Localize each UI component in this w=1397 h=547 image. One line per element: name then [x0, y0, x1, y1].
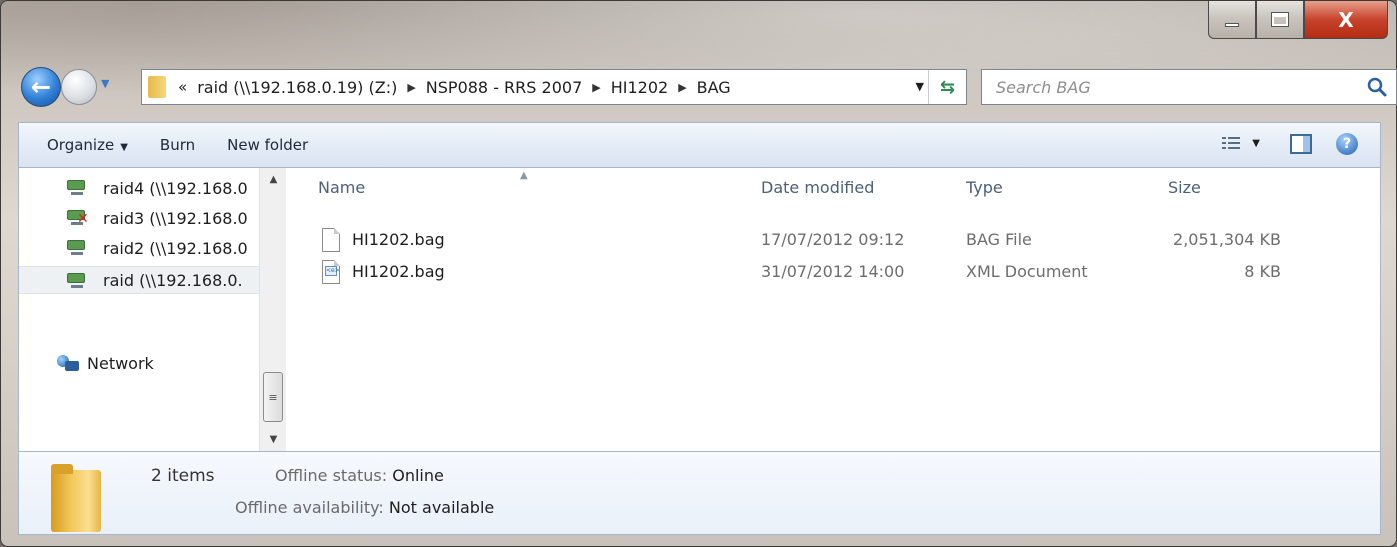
burn-button[interactable]: Burn — [144, 136, 211, 154]
sidebar-item-label: raid (\\192.168.0. — [103, 270, 243, 290]
sidebar-item-label: raid3 (\\192.168.0 — [103, 208, 248, 228]
breadcrumb-arrow-icon[interactable]: ▶ — [407, 81, 415, 94]
column-header-type[interactable]: Type — [966, 178, 1003, 197]
file-size: 8 KB — [1244, 262, 1281, 281]
column-label: Size — [1168, 178, 1201, 197]
column-label: Type — [966, 178, 1003, 197]
folder-icon — [148, 76, 166, 98]
scroll-down-icon[interactable]: ▼ — [260, 434, 287, 445]
organize-button[interactable]: Organize ▼ — [33, 136, 144, 154]
dropdown-arrow-icon: ▼ — [120, 142, 128, 153]
refresh-icon: ⇆ — [939, 76, 956, 98]
back-button[interactable]: ← — [21, 67, 61, 107]
offline-status: Offline status: Online — [275, 466, 444, 485]
views-dropdown-icon: ▼ — [1252, 137, 1260, 149]
offline-availability-key: Offline availability: — [235, 498, 384, 517]
breadcrumb: raid (\\192.168.0.19) (Z:) ▶ NSP088 - RR… — [197, 78, 731, 97]
breadcrumb-arrow-icon[interactable]: ▶ — [592, 81, 600, 94]
breadcrumb-bag[interactable]: BAG — [697, 78, 731, 97]
new-folder-label: New folder — [227, 136, 309, 154]
scroll-thumb[interactable]: ≡ — [263, 372, 283, 422]
back-arrow-icon: ← — [30, 73, 52, 101]
command-bar: Organize ▼ Burn New folder ▼ ? — [18, 122, 1381, 168]
sidebar-item-network[interactable]: Network — [57, 354, 154, 373]
search-icon[interactable] — [1366, 76, 1388, 98]
explorer-window: X ← ▼ « raid (\\192.168.0.19) (Z:) ▶ NSP… — [0, 0, 1397, 547]
burn-label: Burn — [159, 136, 196, 154]
recent-pages-dropdown[interactable]: ▼ — [101, 77, 115, 91]
folder-icon — [51, 464, 101, 532]
table-row[interactable]: <e> HI1202.bag 31/07/2012 14:00 XML Docu… — [286, 258, 1381, 288]
forward-button[interactable] — [61, 69, 97, 105]
breadcrumb-project[interactable]: NSP088 - RRS 2007 — [426, 78, 582, 97]
close-button[interactable]: X — [1304, 1, 1388, 39]
help-button[interactable]: ? — [1336, 133, 1358, 155]
network-drive-icon — [67, 180, 89, 196]
details-view-icon — [1222, 135, 1241, 151]
navigation-row: ← ▼ « raid (\\192.168.0.19) (Z:) ▶ NSP08… — [21, 65, 1397, 109]
sidebar-item-raid2[interactable]: raid2 (\\192.168.0 — [19, 234, 259, 262]
sidebar-item-raid3[interactable]: ✕ raid3 (\\192.168.0 — [19, 204, 259, 232]
help-icon: ? — [1342, 136, 1352, 152]
address-dropdown-icon[interactable]: ▼ — [916, 80, 924, 93]
offline-status-value: Online — [392, 466, 444, 485]
column-label: Date modified — [761, 178, 875, 197]
network-drive-icon — [67, 240, 89, 256]
file-date: 17/07/2012 09:12 — [761, 230, 905, 249]
scroll-up-icon[interactable]: ▲ — [260, 174, 287, 185]
sidebar-item-raid[interactable]: raid (\\192.168.0. — [19, 266, 259, 294]
table-row[interactable]: HI1202.bag 17/07/2012 09:12 BAG File 2,0… — [286, 226, 1381, 256]
column-header-name[interactable]: Name — [318, 178, 365, 197]
maximize-icon — [1271, 12, 1289, 27]
address-bar[interactable]: « raid (\\192.168.0.19) (Z:) ▶ NSP088 - … — [141, 69, 967, 105]
file-size: 2,051,304 KB — [1173, 230, 1281, 249]
close-icon: X — [1338, 7, 1354, 32]
sidebar-item-label: raid4 (\\192.168.0 — [103, 178, 248, 198]
preview-pane-button[interactable] — [1290, 134, 1312, 154]
breadcrumb-drive[interactable]: raid (\\192.168.0.19) (Z:) — [197, 78, 397, 97]
details-pane: 2 items Offline status: Online Offline a… — [18, 451, 1381, 535]
new-folder-button[interactable]: New folder — [211, 136, 324, 154]
navigation-pane: raid4 (\\192.168.0 ✕ raid3 (\\192.168.0 … — [18, 168, 286, 451]
column-label: Name — [318, 178, 366, 197]
file-name: HI1202.bag — [352, 230, 445, 249]
file-list: Name ▲ Date modified Type Size HI1202.ba… — [286, 168, 1381, 451]
file-type: XML Document — [966, 262, 1088, 281]
overflow-chevron-icon[interactable]: « — [178, 78, 187, 96]
breadcrumb-hi1202[interactable]: HI1202 — [611, 78, 668, 97]
maximize-button[interactable] — [1256, 1, 1304, 39]
search-input[interactable]: Search BAG — [981, 69, 1397, 105]
network-icon — [57, 354, 79, 373]
sidebar-item-label: raid2 (\\192.168.0 — [103, 238, 248, 258]
disconnected-drive-icon: ✕ — [67, 210, 89, 226]
organize-label: Organize — [47, 136, 115, 154]
sidebar-item-label: Network — [87, 354, 154, 373]
breadcrumb-arrow-icon[interactable]: ▶ — [678, 81, 686, 94]
column-header-date[interactable]: Date modified — [761, 178, 874, 197]
file-type: BAG File — [966, 230, 1032, 249]
caption-buttons: X — [1208, 1, 1388, 39]
xml-file-icon: <e> — [322, 260, 340, 284]
network-drive-icon — [67, 273, 89, 289]
refresh-button[interactable]: ⇆ — [928, 70, 966, 104]
minimize-button[interactable] — [1208, 1, 1256, 39]
column-header-size[interactable]: Size — [1168, 178, 1201, 197]
offline-availability: Offline availability: Not available — [235, 498, 494, 517]
sort-ascending-icon: ▲ — [520, 170, 528, 181]
sidebar-item-raid4[interactable]: raid4 (\\192.168.0 — [19, 174, 259, 202]
offline-availability-value: Not available — [388, 498, 495, 517]
views-button[interactable]: ▼ — [1222, 135, 1260, 151]
item-count: 2 items — [151, 466, 215, 486]
navpane-scrollbar[interactable]: ▲ ≡ ▼ — [259, 168, 286, 451]
file-name: HI1202.bag — [352, 262, 445, 281]
generic-file-icon — [322, 228, 340, 252]
offline-status-key: Offline status: — [275, 466, 388, 485]
file-date: 31/07/2012 14:00 — [761, 262, 905, 281]
minimize-icon — [1225, 22, 1239, 27]
search-placeholder: Search BAG — [996, 77, 1091, 97]
